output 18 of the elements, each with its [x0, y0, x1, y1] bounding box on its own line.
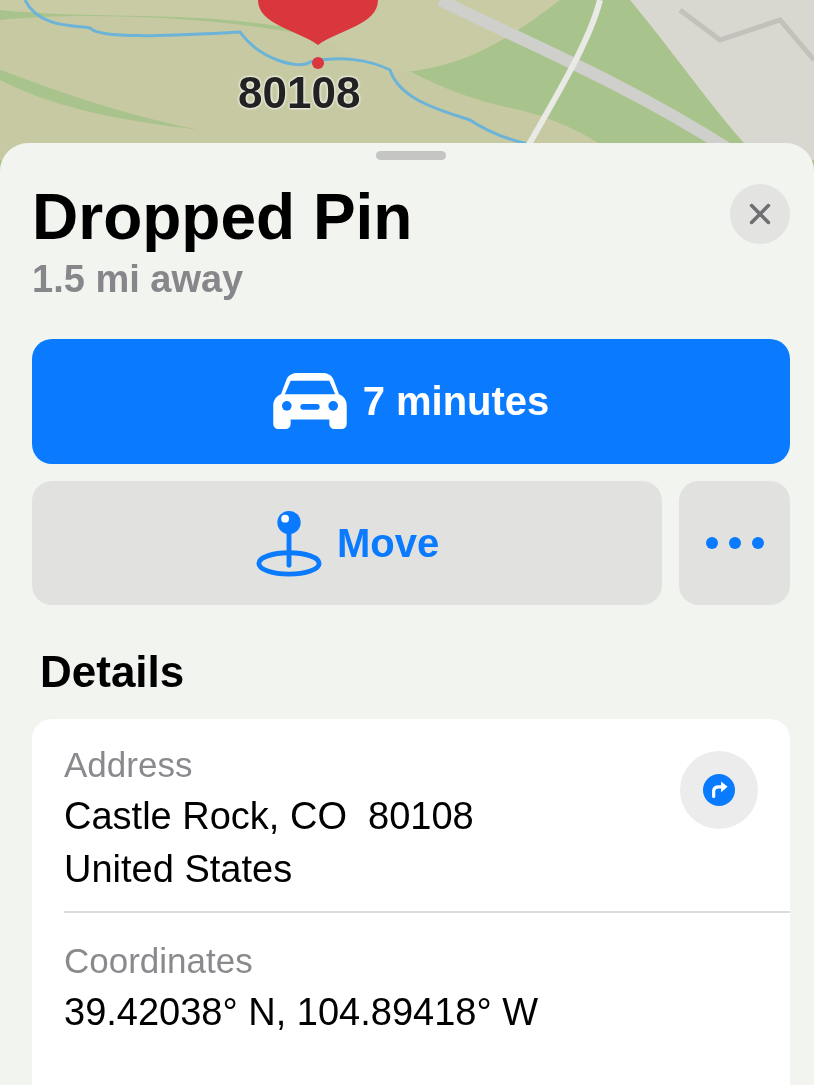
detail-value: 39.42038° N, 104.89418° W: [64, 991, 539, 1034]
pin-icon: [258, 0, 378, 70]
car-icon: [272, 372, 347, 431]
grabber-handle[interactable]: [376, 151, 446, 160]
section-heading: Details: [40, 647, 186, 697]
detail-label: Address: [64, 745, 194, 785]
pin-label: 80108: [238, 68, 361, 118]
map-pin-icon: [254, 509, 323, 577]
more-button[interactable]: [679, 481, 790, 605]
more-icon: [704, 536, 765, 550]
close-icon: [748, 202, 772, 226]
distance-text: 1.5 mi away: [32, 258, 245, 301]
detail-value: Castle Rock, CO 80108: [64, 795, 474, 838]
detail-label: Coordinates: [64, 941, 254, 981]
detail-value: United States: [64, 848, 294, 891]
directions-button[interactable]: 7 minutes: [32, 339, 790, 464]
place-title: Dropped Pin: [32, 184, 413, 250]
move-button[interactable]: Move: [32, 481, 662, 605]
